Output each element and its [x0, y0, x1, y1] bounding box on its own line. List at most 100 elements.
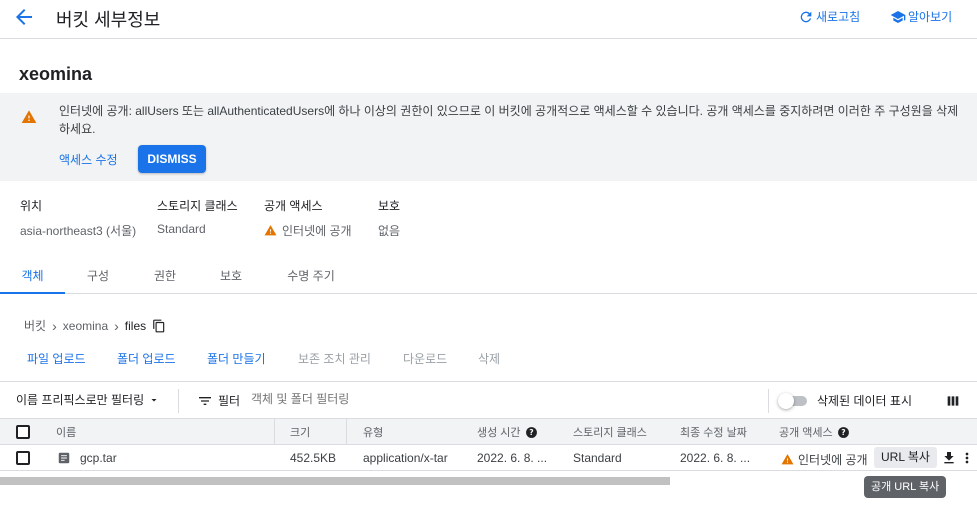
divider [178, 389, 179, 413]
info-value-wrap: Standard [157, 222, 238, 236]
page-header: 버킷 세부정보 새로고침 알아보기 [0, 0, 977, 39]
file-name-cell[interactable]: gcp.tar [57, 451, 117, 465]
row-checkbox[interactable] [16, 451, 30, 465]
file-size: 452.5KB [290, 451, 337, 465]
show-deleted-toggle[interactable] [778, 393, 808, 409]
col-storage-class[interactable]: 스토리지 클래스 [573, 424, 647, 440]
breadcrumb: 버킷 › xeomina › files [24, 317, 166, 334]
tab-lifecycle[interactable]: 수명 주기 [277, 258, 345, 294]
col-name[interactable]: 이름 [56, 424, 76, 440]
col-label: 공개 액세스 [779, 427, 833, 439]
chevron-right-icon: › [52, 317, 57, 334]
back-arrow-icon[interactable] [12, 5, 36, 29]
info-value-wrap: asia-northeast3 (서울) [20, 222, 136, 239]
bucket-name: xeomina [19, 64, 93, 84]
download-icon[interactable] [941, 450, 957, 466]
select-all-checkbox[interactable] [16, 425, 30, 439]
info-value: asia-northeast3 (서울) [20, 224, 137, 238]
col-public-access[interactable]: 공개 액세스 ? [779, 424, 850, 440]
prefix-filter-label: 이름 프리픽스로만 필터링 [16, 393, 145, 407]
info-value: Standard [157, 222, 206, 236]
col-type[interactable]: 유형 [363, 424, 383, 440]
warning-icon [781, 454, 794, 465]
show-deleted-label: 삭제된 데이터 표시 [817, 394, 912, 408]
refresh-icon [800, 11, 812, 22]
more-vert-icon[interactable] [961, 450, 973, 466]
horizontal-scrollbar[interactable] [0, 477, 670, 485]
table-row: gcp.tar 452.5KB application/x-tar 2022. … [0, 445, 977, 471]
col-label: 생성 시간 [477, 427, 521, 439]
public-access-warning: 인터넷에 공개: allUsers 또는 allAuthenticatedUse… [0, 93, 977, 181]
upload-folder-button[interactable]: 폴더 업로드 [117, 350, 176, 367]
column-display-icon[interactable] [945, 393, 961, 409]
col-label: 유형 [363, 427, 384, 439]
public-access-text: 인터넷에 공개 [798, 453, 868, 467]
prefix-filter-dropdown[interactable]: 이름 프리픽스로만 필터링 [16, 391, 160, 408]
warning-icon [264, 225, 277, 236]
warning-icon [21, 110, 37, 123]
help-icon[interactable]: ? [837, 426, 850, 439]
school-icon [890, 10, 906, 23]
learn-label: 알아보기 [908, 10, 953, 24]
svg-text:?: ? [529, 428, 533, 437]
info-value-wrap: 없음 [378, 222, 400, 239]
info-label: 위치 [20, 199, 43, 213]
breadcrumb-item[interactable]: 버킷 [24, 317, 46, 334]
filter-label: 필터 [218, 394, 241, 408]
svg-text:?: ? [841, 428, 845, 437]
tab-configuration[interactable]: 구성 [70, 258, 126, 294]
copy-url-tooltip: 공개 URL 복사 [864, 476, 947, 498]
info-value: 없음 [378, 224, 401, 238]
upload-files-button[interactable]: 파일 업로드 [27, 350, 86, 367]
learn-button[interactable]: 알아보기 [890, 8, 952, 25]
help-icon[interactable]: ? [525, 426, 538, 439]
info-public-access: 공개 액세스 인터넷에 공개 [264, 197, 352, 239]
col-label: 크기 [290, 427, 311, 439]
col-created[interactable]: 생성 시간 ? [477, 424, 538, 440]
col-label: 이름 [56, 427, 77, 439]
table-header: 이름 크기 유형 생성 시간 ? 스토리지 클래스 최종 수정 날짜 공개 액세… [0, 419, 977, 445]
col-size[interactable]: 크기 [290, 424, 310, 440]
col-label: 최종 수정 날짜 [680, 427, 747, 439]
dropdown-arrow-icon [151, 398, 157, 401]
create-folder-button[interactable]: 폴더 만들기 [207, 350, 266, 367]
file-modified: 2022. 6. 8. ... [680, 451, 751, 465]
filter-icon [199, 397, 211, 405]
info-storage-class: 스토리지 클래스 Standard [157, 197, 238, 236]
info-label: 스토리지 클래스 [157, 199, 238, 213]
dismiss-button[interactable]: DISMISS [138, 145, 206, 173]
filter-input[interactable] [251, 392, 501, 406]
breadcrumb-item[interactable]: xeomina [63, 319, 108, 333]
col-divider [274, 419, 275, 445]
info-label: 보호 [378, 199, 401, 213]
info-value: 인터넷에 공개 [282, 224, 352, 238]
col-modified[interactable]: 최종 수정 날짜 [680, 424, 747, 440]
copy-icon[interactable] [152, 319, 166, 333]
manage-holds-button[interactable]: 보존 조치 관리 [298, 350, 371, 367]
download-button[interactable]: 다운로드 [403, 350, 447, 367]
file-storage-class: Standard [573, 451, 622, 465]
breadcrumb-current: files [124, 318, 147, 333]
tab-bar: 객체 구성 권한 보호 수명 주기 [0, 258, 977, 294]
info-protection: 보호 없음 [378, 197, 400, 239]
file-name: gcp.tar [80, 451, 117, 465]
copy-url-button[interactable]: URL 복사 [874, 447, 937, 468]
delete-button[interactable]: 삭제 [478, 350, 500, 367]
info-value-wrap: 인터넷에 공개 [264, 222, 352, 239]
tab-objects[interactable]: 객체 [0, 258, 65, 294]
tab-protection[interactable]: 보호 [203, 258, 259, 294]
refresh-button[interactable]: 새로고침 [798, 8, 860, 25]
tab-permissions[interactable]: 권한 [137, 258, 193, 294]
file-created: 2022. 6. 8. ... [477, 451, 548, 465]
info-label: 공개 액세스 [264, 199, 323, 213]
file-type: application/x-tar [363, 451, 448, 465]
file-icon [58, 452, 70, 464]
col-label: 스토리지 클래스 [573, 427, 647, 439]
page-title: 버킷 세부정보 [56, 10, 161, 30]
warning-text: 인터넷에 공개: allUsers 또는 allAuthenticatedUse… [59, 104, 959, 136]
edit-access-link[interactable]: 액세스 수정 [59, 151, 118, 168]
file-public-access: 인터넷에 공개 [781, 451, 868, 468]
chevron-right-icon: › [114, 317, 119, 334]
toggle-thumb [778, 393, 794, 409]
divider [768, 389, 769, 413]
